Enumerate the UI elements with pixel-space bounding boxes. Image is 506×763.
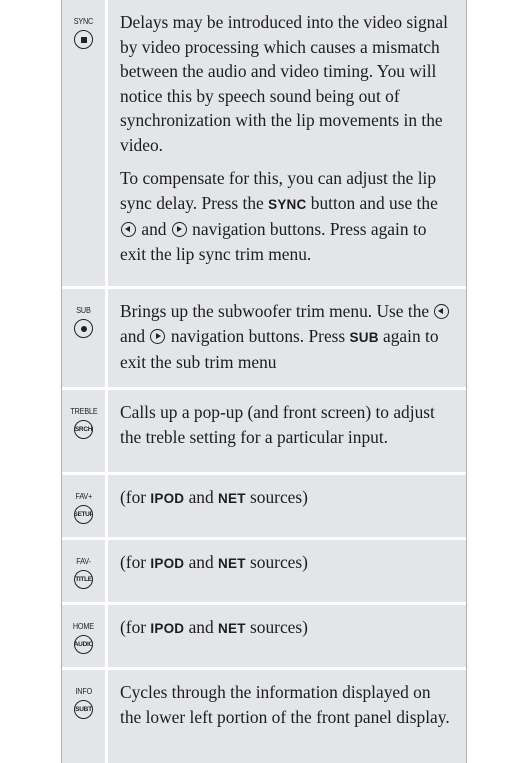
nav-left-icon: [434, 304, 450, 319]
setup-button-icon: SETUP: [74, 505, 93, 524]
stop-square-icon: [74, 30, 93, 49]
keyword-ipod: IPOD: [150, 621, 185, 636]
text-span: sources): [245, 617, 308, 637]
text-span: (for: [120, 487, 151, 507]
button-cell-home: HOME AUDIO: [62, 605, 108, 667]
description-cell: Brings up the subwoofer trim menu. Use t…: [108, 289, 466, 387]
table-row-info: INFO SUBT Cycles through the information…: [62, 670, 466, 763]
keyword-net: NET: [218, 621, 246, 636]
srch-button-icon: SRCH: [74, 420, 93, 439]
text-span: and: [184, 617, 219, 637]
button-label: HOME: [72, 621, 94, 631]
description-cell: (for IPOD and NET sources): [108, 540, 466, 602]
text-span: and: [184, 552, 219, 572]
button-cell-fav-plus: FAV+ SETUP: [62, 475, 108, 537]
description-paragraph: (for IPOD and NET sources): [120, 550, 456, 577]
description-paragraph: To compensate for this, you can adjust t…: [120, 166, 456, 266]
keyword-sync: SYNC: [268, 196, 307, 212]
table-row-sub: SUB Brings up the subwoofer trim menu. U…: [62, 289, 466, 390]
remote-buttons-table: SYNC Delays may be introduced into the v…: [61, 0, 467, 763]
button-label: SUB: [76, 305, 91, 315]
description-paragraph: Cycles through the information displayed…: [120, 682, 450, 727]
button-cell-info: INFO SUBT: [62, 670, 108, 763]
description-cell: Calls up a pop-up (and front screen) to …: [108, 390, 466, 472]
keyword-net: NET: [218, 491, 246, 506]
title-button-icon: TITLE: [74, 570, 93, 589]
dot-icon: [74, 319, 93, 338]
audio-button-icon: AUDIO: [74, 635, 93, 654]
table-row-fav-minus: FAV- TITLE (for IPOD and NET sources): [62, 540, 466, 605]
nav-right-icon: [150, 328, 166, 344]
nav-right-icon: [171, 222, 187, 237]
description-paragraph: (for IPOD and NET sources): [120, 615, 456, 642]
button-label: TREBLE: [69, 406, 98, 416]
text-span: button and use the: [306, 192, 438, 213]
text-span: Brings up the subwoofer trim menu. Use t…: [120, 301, 434, 321]
table-row-sync: SYNC Delays may be introduced into the v…: [62, 0, 466, 289]
text-span: and: [137, 219, 171, 239]
text-span: and: [120, 325, 150, 346]
keyword-ipod: IPOD: [150, 556, 185, 571]
button-cell-sub: SUB: [62, 289, 108, 387]
description-cell: (for IPOD and NET sources): [108, 475, 466, 537]
description-cell: Cycles through the information displayed…: [108, 670, 466, 763]
description-paragraph: Calls up a pop-up (and front screen) to …: [120, 402, 435, 447]
description-paragraph: (for IPOD and NET sources): [120, 485, 456, 512]
nav-left-icon: [121, 222, 136, 237]
text-span: sources): [245, 487, 308, 507]
table-row-fav-plus: FAV+ SETUP (for IPOD and NET sources): [62, 475, 466, 540]
text-span: navigation buttons. Press: [166, 325, 350, 346]
button-cell-fav-minus: FAV- TITLE: [62, 540, 108, 602]
table-row-home: HOME AUDIO (for IPOD and NET sources): [62, 605, 466, 670]
text-span: (for: [120, 617, 151, 637]
description-paragraph: Delays may be introduced into the video …: [120, 12, 448, 155]
button-label: SYNC: [73, 16, 94, 26]
description-cell: (for IPOD and NET sources): [108, 605, 466, 667]
button-cell-treble: TREBLE SRCH: [62, 390, 108, 472]
table-row-treble: TREBLE SRCH Calls up a pop-up (and front…: [62, 390, 466, 475]
subt-button-icon: SUBT: [74, 700, 93, 719]
description-paragraph: Brings up the subwoofer trim menu. Use t…: [120, 299, 456, 375]
description-cell: Delays may be introduced into the video …: [108, 0, 466, 286]
text-span: and: [184, 487, 219, 507]
button-label: INFO: [75, 686, 92, 696]
button-label: FAV+: [75, 491, 92, 501]
button-label: FAV-: [76, 556, 91, 566]
keyword-ipod: IPOD: [150, 491, 185, 506]
keyword-net: NET: [218, 556, 246, 571]
keyword-sub: SUB: [349, 329, 379, 345]
text-span: (for: [120, 552, 151, 572]
text-span: sources): [245, 552, 308, 572]
button-cell-sync: SYNC: [62, 0, 108, 286]
